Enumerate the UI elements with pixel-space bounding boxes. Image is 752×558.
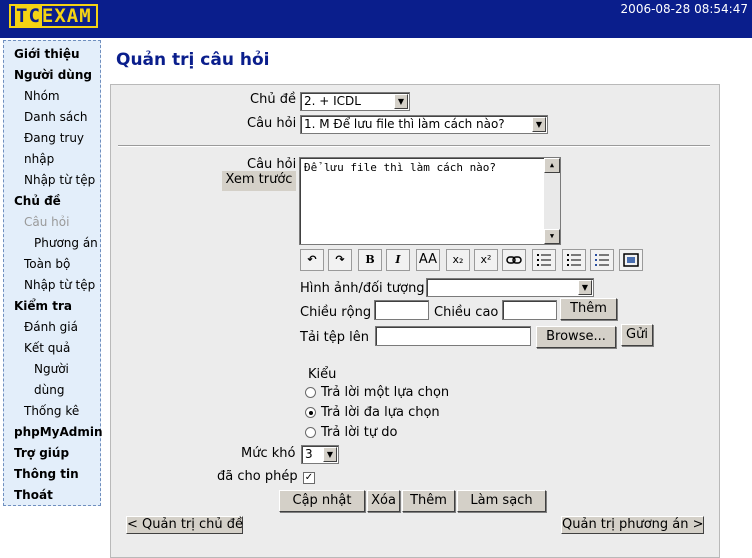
- enabled-checkbox[interactable]: ✓: [303, 472, 315, 484]
- bold-icon[interactable]: B: [358, 249, 382, 271]
- sidebar-item-phuong-an[interactable]: Phương án: [34, 235, 98, 251]
- type-radio-multiple[interactable]: [305, 407, 316, 418]
- media-select[interactable]: ▼: [426, 278, 594, 297]
- subject-label: Chủ đề: [250, 92, 296, 107]
- undo-glyph: ↶: [307, 253, 317, 266]
- sidebar-item-danh-gia[interactable]: Đánh giá: [24, 319, 78, 335]
- upload-path-input[interactable]: [375, 326, 531, 346]
- type-radio-free[interactable]: [305, 427, 316, 438]
- preview-button[interactable]: Xem trước: [222, 171, 296, 191]
- browse-button[interactable]: Browse...: [536, 326, 616, 348]
- send-button[interactable]: Gửi: [621, 324, 653, 346]
- italic-glyph: I: [395, 253, 401, 266]
- next-answer-link[interactable]: Quản trị phương án >: [561, 516, 704, 534]
- display-icon[interactable]: [619, 249, 643, 271]
- question-select-label: Câu hỏi: [247, 116, 297, 131]
- subscript-glyph: x₂: [452, 253, 464, 266]
- type-label-single: Trả lời một lựa chọn: [321, 385, 450, 400]
- difficulty-value: 3: [305, 447, 313, 461]
- sidebar-item-phpmyadmin[interactable]: phpMyAdmin: [14, 424, 103, 440]
- redo-icon[interactable]: ↷: [328, 249, 352, 271]
- scroll-down-icon[interactable]: ▼: [544, 229, 560, 244]
- prev-subject-link[interactable]: < Quản trị chủ đề: [126, 516, 243, 534]
- question-textarea[interactable]: Để lưu file thì làm cách nào? ▲ ▼: [299, 157, 561, 245]
- superscript-icon[interactable]: x²: [474, 249, 498, 271]
- sidebar-item-chu-de[interactable]: Chủ đề: [14, 193, 61, 209]
- difficulty-label: Mức khó: [241, 446, 296, 461]
- subscript-icon[interactable]: x₂: [446, 249, 470, 271]
- question-select-value: 1. M Để lưu file thì làm cách nào?: [304, 117, 505, 131]
- clear-button[interactable]: Làm sạch: [457, 490, 546, 512]
- top-bar: TCEXAM 2006-08-28 08:54:47: [0, 0, 752, 38]
- indent-list-icon[interactable]: [590, 249, 614, 271]
- height-label: Chiều cao: [434, 305, 499, 320]
- chevron-down-icon: ▼: [578, 280, 592, 295]
- add-button[interactable]: Thêm: [402, 490, 455, 512]
- delete-button[interactable]: Xóa: [367, 490, 400, 512]
- sidebar-menu: Giới thiệu Người dùng Nhóm Danh sách Đan…: [3, 40, 103, 506]
- scroll-up-icon[interactable]: ▲: [544, 158, 560, 173]
- page-title: Quản trị câu hỏi: [116, 50, 270, 70]
- divider: [118, 145, 710, 147]
- add-media-button[interactable]: Thêm: [560, 298, 617, 320]
- sidebar-item-ket-qua[interactable]: Kết quả: [24, 340, 70, 356]
- server-datetime: 2006-08-28 08:54:47: [620, 2, 748, 16]
- bold-glyph: B: [365, 253, 375, 266]
- sidebar-item-nhap-tu-tep-users[interactable]: Nhập từ tệp: [24, 172, 95, 188]
- redo-glyph: ↷: [335, 253, 345, 266]
- form-panel: [110, 84, 720, 558]
- link-icon[interactable]: [502, 249, 526, 271]
- enabled-label: đã cho phép: [217, 469, 298, 484]
- sidebar-item-nguoi[interactable]: Người: [34, 361, 69, 377]
- tcexam-logo: TCEXAM: [9, 4, 98, 28]
- sidebar-item-cau-hoi[interactable]: Câu hỏi: [24, 214, 69, 230]
- font-size-icon[interactable]: AA: [416, 249, 440, 271]
- question-select[interactable]: 1. M Để lưu file thì làm cách nào? ▼: [300, 115, 548, 134]
- difficulty-select[interactable]: 3 ▼: [301, 445, 339, 464]
- width-input[interactable]: [374, 300, 429, 320]
- italic-icon[interactable]: I: [386, 249, 410, 271]
- chevron-down-icon: ▼: [323, 447, 337, 462]
- type-label-free: Trả lời tự do: [321, 425, 398, 440]
- type-label-multiple: Trả lời đa lựa chọn: [321, 405, 440, 420]
- sidebar-item-dung[interactable]: dùng: [34, 382, 64, 398]
- sidebar-item-nguoi-dung[interactable]: Người dùng: [14, 67, 92, 83]
- update-button[interactable]: Cập nhật: [279, 490, 365, 512]
- chevron-down-icon: ▼: [394, 94, 408, 109]
- sidebar-item-thoat[interactable]: Thoát: [14, 487, 53, 503]
- chevron-down-icon: ▼: [532, 117, 546, 132]
- sidebar-item-nhap-tu-tep-subjects[interactable]: Nhập từ tệp: [24, 277, 95, 293]
- sidebar-item-nhap[interactable]: nhập: [24, 151, 54, 167]
- bullet-list-icon[interactable]: [532, 249, 556, 271]
- type-label: Kiểu: [308, 367, 337, 382]
- type-radio-single[interactable]: [305, 387, 316, 398]
- undo-icon[interactable]: ↶: [300, 249, 324, 271]
- upload-label: Tải tệp lên: [300, 330, 369, 345]
- sidebar-item-dang-truy[interactable]: Đang truy: [24, 130, 84, 146]
- font-size-glyph: AA: [418, 252, 438, 267]
- width-label: Chiều rộng: [300, 305, 372, 320]
- sidebar-item-gioi-thieu[interactable]: Giới thiệu: [14, 46, 80, 62]
- sidebar-item-kiem-tra[interactable]: Kiểm tra: [14, 298, 72, 314]
- sidebar-item-nhom[interactable]: Nhóm: [24, 88, 60, 104]
- textarea-scrollbar[interactable]: ▲ ▼: [544, 158, 560, 244]
- numbered-list-icon[interactable]: [562, 249, 586, 271]
- sidebar-item-thong-ke[interactable]: Thống kê: [24, 403, 79, 419]
- sidebar-item-tro-giup[interactable]: Trợ giúp: [14, 445, 69, 461]
- subject-select-value: 2. + ICDL: [304, 94, 361, 108]
- superscript-glyph: x²: [480, 253, 492, 266]
- sidebar-item-toan-bo[interactable]: Toàn bộ: [24, 256, 70, 272]
- question-text: Để lưu file thì làm cách nào?: [304, 161, 497, 174]
- media-label: Hình ảnh/đối tượng: [300, 281, 425, 296]
- height-input[interactable]: [502, 300, 557, 320]
- sidebar-item-danh-sach[interactable]: Danh sách: [24, 109, 87, 125]
- sidebar-item-thong-tin[interactable]: Thông tin: [14, 466, 79, 482]
- subject-select[interactable]: 2. + ICDL ▼: [300, 92, 410, 111]
